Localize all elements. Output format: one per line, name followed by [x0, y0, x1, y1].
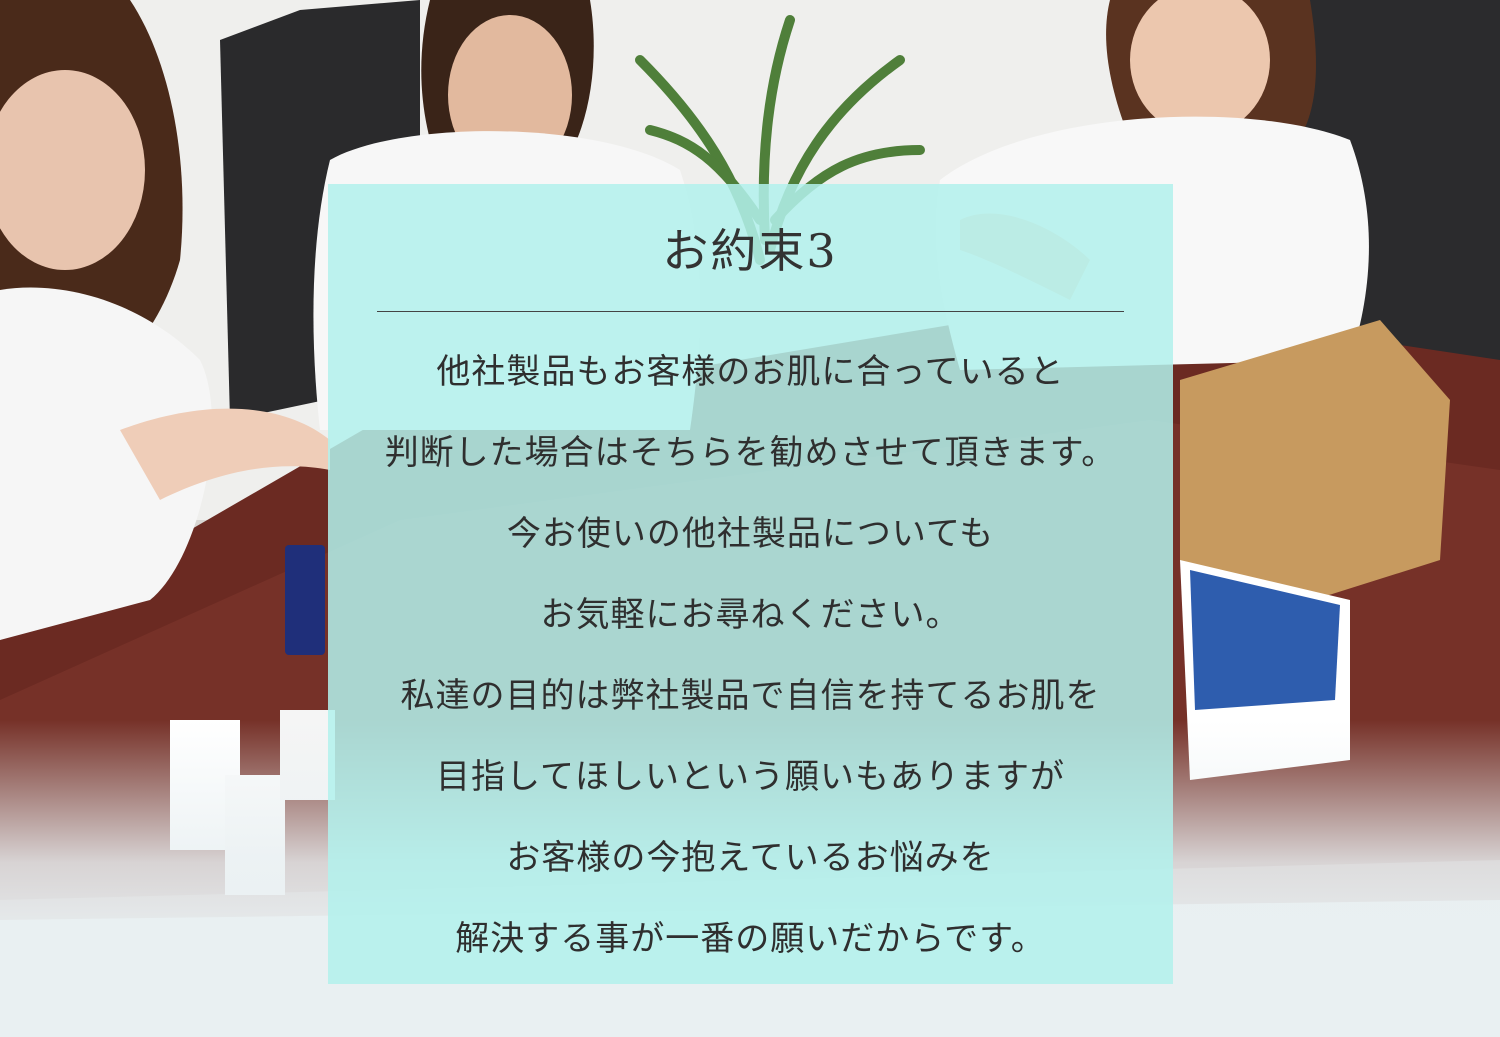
promise-card: お約束3 他社製品もお客様のお肌に合っていると 判断した場合はそちらを勧めさせて…	[328, 184, 1173, 984]
promise-body: 他社製品もお客様のお肌に合っていると 判断した場合はそちらを勧めさせて頂きます。…	[328, 332, 1173, 980]
promise-line: 他社製品もお客様のお肌に合っていると	[436, 352, 1065, 392]
promise-title: お約束3	[662, 224, 838, 278]
promise-line: 判断した場合はそちらを勧めさせて頂きます。	[384, 433, 1117, 473]
promise-line: 私達の目的は弊社製品で自信を持てるお肌を	[400, 676, 1101, 716]
promise-line: 目指してほしいという願いもありますが	[436, 757, 1065, 797]
promise-line: 今お使いの他社製品についても	[506, 514, 995, 554]
promise-line: 解決する事が一番の願いだからです。	[455, 919, 1046, 959]
promise-line: お気軽にお尋ねください。	[540, 595, 961, 635]
title-divider	[377, 311, 1124, 312]
promise-line: お客様の今抱えているお悩みを	[506, 838, 995, 878]
